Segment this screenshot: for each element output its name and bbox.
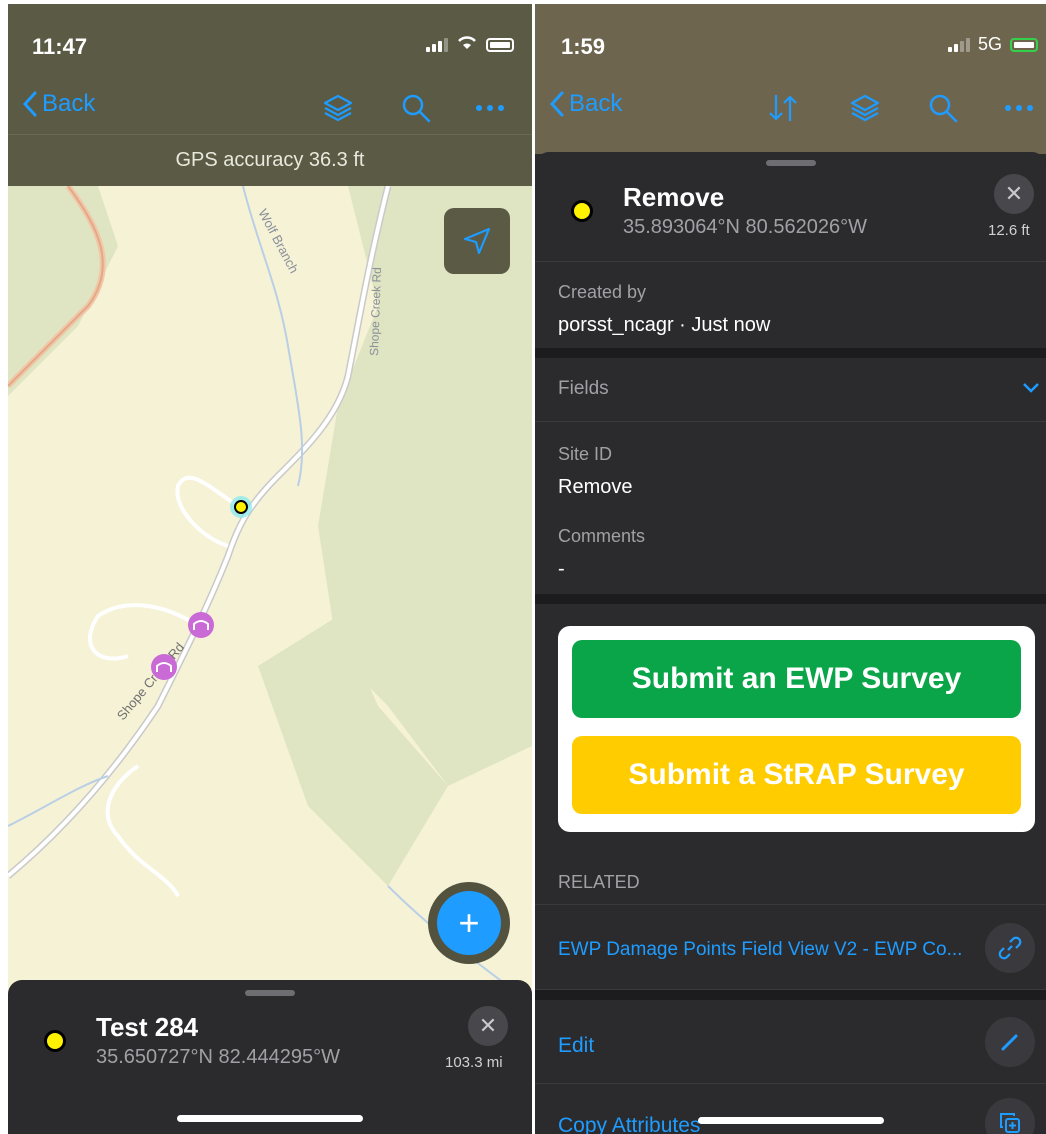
more-icon[interactable] (470, 88, 510, 128)
cellular-signal-icon (426, 37, 448, 52)
bridge-marker-1[interactable] (188, 612, 214, 638)
right-phone-screen: 1:59 5G Back Remove 35.893064°N 80.56202… (535, 4, 1046, 1134)
divider (535, 594, 1046, 604)
search-icon[interactable] (396, 88, 436, 128)
chevron-left-icon (549, 91, 564, 117)
related-link[interactable]: EWP Damage Points Field View V2 - EWP Co… (558, 939, 962, 961)
feature-title: Remove (623, 182, 725, 212)
home-indicator[interactable] (697, 1117, 884, 1124)
point-symbol-icon (571, 200, 593, 222)
bridge-marker-2[interactable] (151, 654, 177, 680)
feature-coordinates: 35.893064°N 80.562026°W (623, 216, 867, 238)
created-by-section: Created by porsst_ncagr · Just now (535, 262, 1046, 348)
selected-point-marker[interactable] (234, 500, 248, 514)
comments-label: Comments (558, 526, 646, 546)
layers-icon[interactable] (845, 88, 885, 128)
nav-bar: Back (8, 88, 532, 132)
link-icon[interactable] (985, 923, 1035, 973)
comments-value: - (558, 558, 565, 580)
related-item[interactable]: EWP Damage Points Field View V2 - EWP Co… (535, 904, 1046, 990)
feature-detail-sheet[interactable]: Remove 35.893064°N 80.562026°W ✕ 12.6 ft… (535, 152, 1046, 1134)
cellular-signal-icon (947, 37, 970, 52)
copy-attributes-action[interactable]: Copy Attributes (558, 1114, 700, 1134)
feature-coordinates: 35.650727°N 82.444295°W (96, 1046, 340, 1068)
locate-button[interactable] (444, 208, 510, 274)
copy-icon[interactable] (985, 1098, 1035, 1134)
left-phone-screen: 11:47 Back GPS accuracy 36.3 ft Wolf Bra… (8, 4, 532, 1134)
close-icon[interactable]: ✕ (994, 174, 1034, 214)
back-label: Back (569, 90, 623, 117)
feature-distance: 103.3 mi (445, 1054, 503, 1071)
feature-distance: 12.6 ft (988, 222, 1030, 239)
back-button[interactable]: Back (549, 90, 622, 118)
back-button[interactable]: Back (22, 90, 95, 118)
created-by-label: Created by (558, 282, 647, 302)
sort-icon[interactable] (763, 88, 803, 128)
battery-charging-icon (1010, 37, 1038, 52)
layers-icon[interactable] (318, 88, 358, 128)
nav-bar: Back (535, 88, 1046, 132)
edit-row[interactable]: Edit (535, 1000, 1046, 1084)
chevron-left-icon (22, 91, 37, 117)
wifi-icon (456, 34, 478, 55)
battery-icon (486, 37, 514, 52)
submit-strap-survey-button[interactable]: Submit a StRAP Survey (572, 736, 1021, 814)
site-id-label: Site ID (558, 444, 613, 464)
sheet-grabber[interactable] (245, 990, 295, 996)
related-heading: RELATED (558, 872, 640, 892)
back-label: Back (42, 90, 96, 117)
chevron-down-icon (1023, 383, 1039, 393)
submit-ewp-survey-button[interactable]: Submit an EWP Survey (572, 640, 1021, 718)
point-symbol-icon (44, 1030, 66, 1052)
navigation-arrow-icon (463, 227, 491, 255)
map-view[interactable]: Wolf Branch Shope Creek Rd Shope Creek R… (8, 186, 532, 986)
feature-header: Remove 35.893064°N 80.562026°W ✕ 12.6 ft (535, 152, 1046, 262)
search-icon[interactable] (923, 88, 963, 128)
map-canvas: Wolf Branch Shope Creek Rd Shope Creek R… (8, 186, 532, 986)
site-id-value: Remove (558, 476, 633, 498)
edit-action[interactable]: Edit (558, 1034, 594, 1058)
fields-section: Site ID Remove Comments - (535, 422, 1046, 594)
map-label-shope-creek-rd-bottom: Shope Creek Rd (114, 640, 187, 723)
feature-title: Test 284 (96, 1012, 199, 1042)
divider (535, 348, 1046, 358)
network-type: 5G (977, 34, 1002, 54)
pencil-icon[interactable] (985, 1017, 1035, 1067)
status-time: 11:47 (32, 34, 88, 59)
top-bar: 11:47 Back GPS accuracy 36.3 ft (8, 4, 532, 186)
close-icon[interactable]: ✕ (468, 1006, 508, 1046)
copy-attributes-row[interactable]: Copy Attributes (535, 1084, 1046, 1134)
map-strip[interactable]: 1:59 5G Back (535, 4, 1046, 154)
status-icons (426, 34, 514, 55)
survey-card: Submit an EWP Survey Submit a StRAP Surv… (558, 626, 1035, 832)
map-label-wolf-branch: Wolf Branch (255, 206, 301, 275)
divider (535, 990, 1046, 1000)
fields-label: Fields (558, 378, 609, 399)
feature-bottom-sheet[interactable]: Test 284 35.650727°N 82.444295°W ✕ 103.3… (8, 980, 532, 1134)
plus-icon: + (437, 891, 501, 955)
created-by-value: porsst_ncagr · Just now (558, 314, 771, 336)
status-icons: 5G (947, 34, 1038, 55)
status-time: 1:59 (561, 34, 606, 59)
more-icon[interactable] (999, 88, 1039, 128)
fields-header[interactable]: Fields (535, 358, 1046, 422)
gps-accuracy-banner: GPS accuracy 36.3 ft (8, 134, 532, 186)
home-indicator[interactable] (177, 1115, 363, 1122)
add-feature-button[interactable]: + (428, 882, 510, 964)
